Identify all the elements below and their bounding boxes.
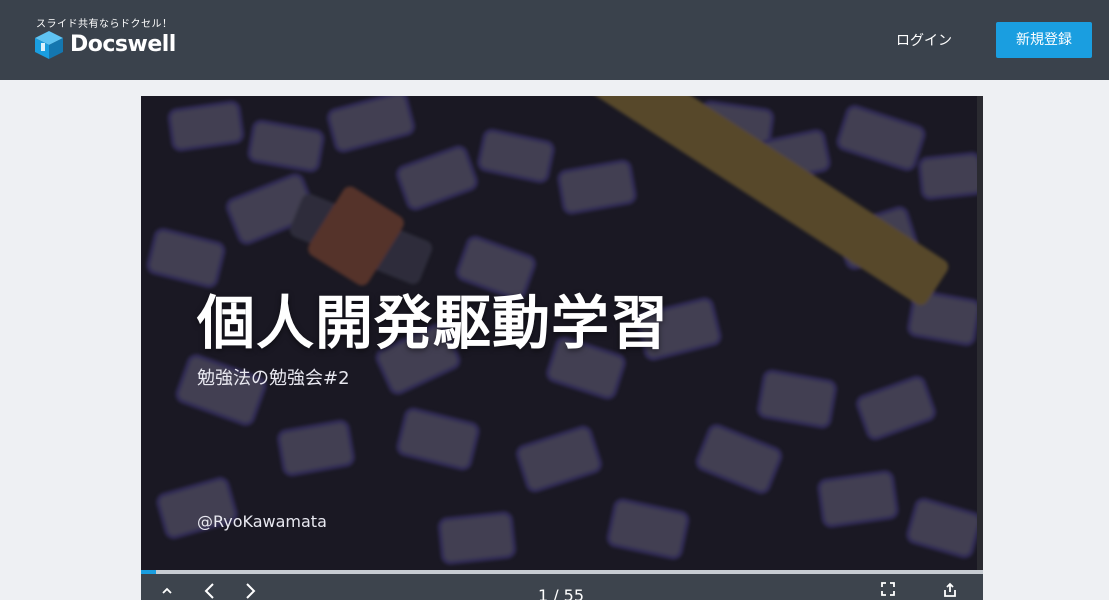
slide-edge	[977, 96, 983, 570]
brand-name: Docswell	[70, 32, 176, 57]
viewer-controls: 1 / 55	[141, 574, 983, 600]
slide-canvas[interactable]: 個人開発駆動学習 勉強法の勉強会#2 @RyoKawamata	[141, 96, 977, 570]
share-icon[interactable]	[943, 582, 957, 600]
chevron-up-icon[interactable]	[161, 582, 173, 598]
site-header: スライド共有ならドクセル！ Docswell ログイン 新規登録	[0, 0, 1109, 80]
logo-tagline: スライド共有ならドクセル！	[36, 19, 173, 30]
chevron-right-icon[interactable]	[245, 582, 257, 600]
cube-logo-icon	[35, 31, 63, 59]
slide-author: @RyoKawamata	[197, 512, 327, 531]
fullscreen-icon[interactable]	[881, 582, 895, 599]
chevron-left-icon[interactable]	[203, 582, 215, 600]
slide-viewer: 個人開発駆動学習 勉強法の勉強会#2 @RyoKawamata 1 / 55	[141, 96, 983, 600]
slide-subtitle: 勉強法の勉強会#2	[197, 368, 350, 389]
site-logo[interactable]: スライド共有ならドクセル！ Docswell	[32, 14, 192, 64]
login-link[interactable]: ログイン	[896, 30, 952, 50]
page-counter: 1 / 55	[537, 586, 585, 600]
signup-button[interactable]: 新規登録	[996, 22, 1092, 58]
slide-title: 個人開発駆動学習	[197, 289, 670, 357]
